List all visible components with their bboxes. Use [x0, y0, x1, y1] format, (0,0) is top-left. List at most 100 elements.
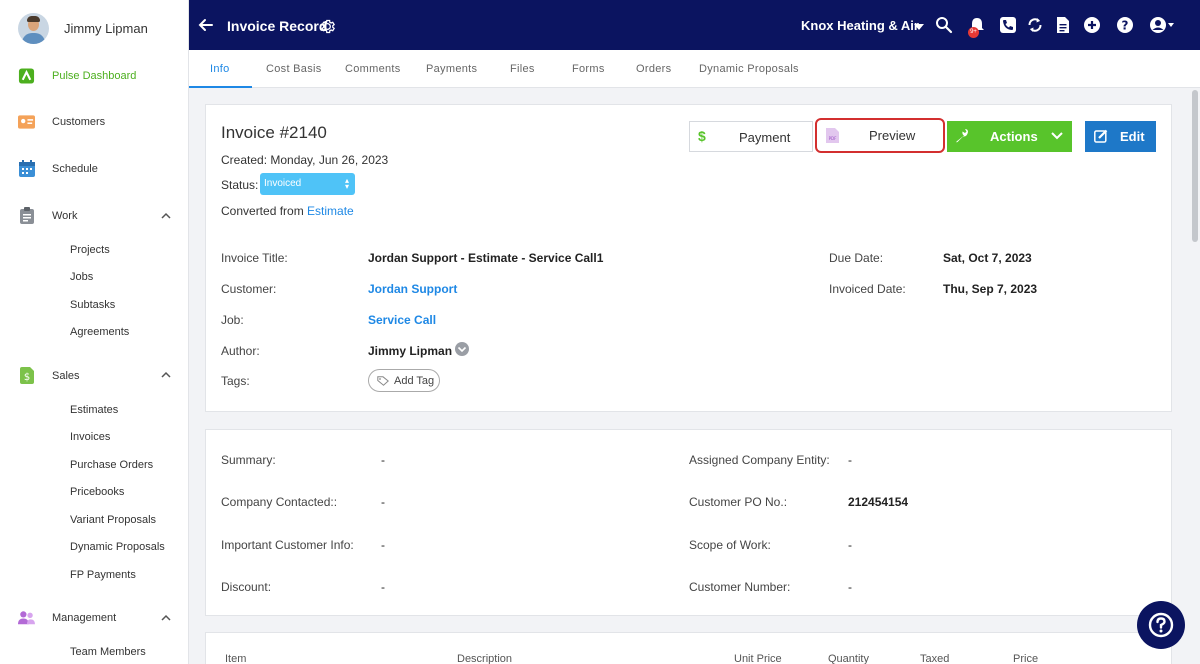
due-date-value: Sat, Oct 7, 2023: [943, 251, 1032, 265]
scrollbar-thumb[interactable]: [1192, 90, 1198, 242]
sidebar: Jimmy Lipman Pulse Dashboard Customers S…: [0, 0, 189, 664]
sidebar-subitem-subtasks[interactable]: Subtasks: [70, 299, 115, 311]
company-selector[interactable]: Knox Heating & Air: [801, 18, 919, 33]
estimate-link[interactable]: Estimate: [307, 204, 354, 218]
assigned-entity-label: Assigned Company Entity:: [689, 453, 830, 467]
payment-label: Payment: [739, 130, 791, 145]
actions-label: Actions: [990, 129, 1038, 144]
chevron-up-icon[interactable]: [161, 370, 171, 380]
sidebar-item-label: Management: [52, 611, 117, 624]
chevron-up-icon[interactable]: [161, 211, 171, 221]
customer-link[interactable]: Jordan Support: [368, 282, 457, 296]
user-name: Jimmy Lipman: [64, 21, 148, 36]
author-dropdown-icon[interactable]: [455, 342, 469, 356]
help-icon[interactable]: ?: [1116, 16, 1134, 34]
tab-files[interactable]: Files: [510, 63, 535, 75]
sidebar-item-label: Work: [52, 209, 78, 222]
table-header-unit-price: Unit Price: [734, 653, 782, 664]
edit-button[interactable]: Edit: [1085, 121, 1156, 152]
important-info-label: Important Customer Info:: [221, 538, 354, 552]
tab-cost-basis[interactable]: Cost Basis: [266, 63, 322, 75]
tab-forms[interactable]: Forms: [572, 63, 605, 75]
sidebar-subitem-pricebooks[interactable]: Pricebooks: [70, 486, 124, 498]
sidebar-subitem-purchase-orders[interactable]: Purchase Orders: [70, 459, 153, 471]
sidebar-item-sales[interactable]: $ Sales: [18, 367, 80, 384]
svg-text:?: ?: [1122, 19, 1129, 33]
tab-dynamic-proposals[interactable]: Dynamic Proposals: [699, 63, 799, 75]
caret-down-icon[interactable]: [914, 24, 924, 30]
company-contacted-label: Company Contacted::: [221, 495, 338, 509]
sidebar-subitem-agreements[interactable]: Agreements: [70, 326, 129, 338]
sidebar-item-label: Sales: [52, 369, 80, 382]
chevron-down-icon[interactable]: [1051, 132, 1063, 140]
sidebar-item-management[interactable]: Management: [18, 609, 116, 626]
invoice-title-value: Jordan Support - Estimate - Service Call…: [368, 251, 604, 265]
author-label: Author:: [221, 344, 260, 358]
tab-payments[interactable]: Payments: [426, 63, 477, 75]
job-link[interactable]: Service Call: [368, 313, 436, 327]
user-profile[interactable]: Jimmy Lipman: [18, 13, 148, 44]
sidebar-subitem-jobs[interactable]: Jobs: [70, 271, 93, 283]
edit-icon: [1094, 129, 1108, 143]
avatar: [18, 13, 49, 44]
wrench-icon: [956, 129, 968, 143]
dollar-document-icon: $: [18, 367, 35, 384]
actions-button[interactable]: Actions: [947, 121, 1072, 152]
sidebar-item-customers[interactable]: Customers: [18, 113, 105, 130]
sidebar-subitem-invoices[interactable]: Invoices: [70, 431, 110, 443]
status-select[interactable]: Invoiced ▴ ▾: [260, 173, 355, 195]
table-header-item: Item: [225, 653, 247, 664]
gear-icon[interactable]: [319, 18, 336, 35]
table-header-quantity: Quantity: [828, 653, 869, 664]
summary-label: Summary:: [221, 453, 276, 467]
help-chat-button[interactable]: [1137, 601, 1185, 649]
scope-of-work-label: Scope of Work:: [689, 538, 771, 552]
sidebar-item-label: Customers: [52, 115, 106, 128]
payment-button[interactable]: $ Payment: [689, 121, 813, 152]
invoiced-date-value: Thu, Sep 7, 2023: [943, 282, 1038, 296]
scope-of-work-value: -: [848, 538, 852, 552]
add-tag-button[interactable]: Add Tag: [368, 369, 440, 392]
sidebar-subitem-dynamic-proposals[interactable]: Dynamic Proposals: [70, 541, 165, 553]
sidebar-subitem-team-members[interactable]: Team Members: [70, 646, 146, 658]
tags-label: Tags:: [221, 374, 250, 388]
svg-text:$: $: [23, 372, 29, 383]
sidebar-item-schedule[interactable]: Schedule: [18, 160, 98, 177]
phone-icon[interactable]: [999, 16, 1017, 34]
sidebar-subitem-projects[interactable]: Projects: [70, 244, 110, 256]
preview-button[interactable]: PDF Preview: [815, 118, 945, 153]
clipboard-icon: [18, 207, 35, 224]
tag-icon: [377, 375, 389, 386]
sidebar-subitem-fp-payments[interactable]: FP Payments: [70, 569, 136, 581]
tab-info[interactable]: Info: [210, 63, 230, 75]
company-contacted-value: -: [381, 495, 385, 509]
created-date: Created: Monday, Jun 26, 2023: [221, 153, 389, 167]
document-icon[interactable]: [1054, 16, 1072, 34]
important-info-value: -: [381, 538, 385, 552]
job-label: Job:: [221, 313, 244, 327]
status-value: Invoiced: [264, 178, 302, 189]
customer-number-value: -: [848, 580, 852, 594]
tab-comments[interactable]: Comments: [345, 63, 401, 75]
customer-po-value: 212454154: [848, 495, 909, 509]
users-icon: [18, 609, 35, 626]
sync-icon[interactable]: [1026, 16, 1044, 34]
sidebar-item-pulse-dashboard[interactable]: Pulse Dashboard: [18, 67, 136, 84]
svg-text:PDF: PDF: [829, 136, 837, 141]
sidebar-subitem-variant-proposals[interactable]: Variant Proposals: [70, 514, 156, 526]
search-icon[interactable]: [935, 16, 953, 34]
author-value: Jimmy Lipman: [368, 344, 453, 358]
sidebar-item-work[interactable]: Work: [18, 207, 77, 224]
back-arrow-icon[interactable]: [198, 17, 214, 33]
customer-po-label: Customer PO No.:: [689, 495, 788, 509]
add-circle-icon[interactable]: [1083, 16, 1101, 34]
sidebar-subitem-estimates[interactable]: Estimates: [70, 404, 118, 416]
table-header-description: Description: [457, 653, 513, 664]
converted-prefix: Converted from: [221, 204, 304, 218]
tab-orders[interactable]: Orders: [636, 63, 671, 75]
due-date-label: Due Date:: [829, 251, 884, 265]
account-menu-icon[interactable]: [1149, 16, 1175, 34]
notification-badge: 9+: [968, 27, 979, 38]
dollar-icon: $: [698, 128, 706, 144]
chevron-up-icon[interactable]: [161, 613, 171, 623]
